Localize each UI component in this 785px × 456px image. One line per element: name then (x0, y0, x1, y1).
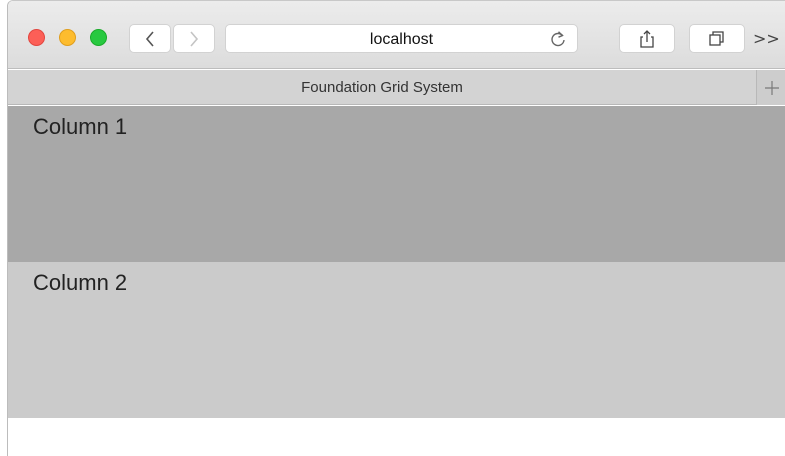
address-text: localhost (369, 31, 434, 48)
page-content: Column 1 Column 2 (8, 106, 785, 456)
chevron-right-icon (190, 30, 199, 47)
maximize-window-button[interactable] (90, 29, 107, 46)
browser-toolbar: localhost >> (8, 1, 785, 69)
column-label: Column 1 (33, 114, 128, 139)
new-tab-button[interactable] (756, 70, 785, 105)
share-button[interactable] (619, 24, 675, 53)
tabs-icon (709, 30, 724, 46)
reload-icon[interactable] (549, 30, 567, 48)
minimize-window-button[interactable] (59, 29, 76, 46)
navigation-buttons (129, 24, 215, 53)
chevron-left-icon (145, 30, 154, 47)
tab-bar: Foundation Grid System (8, 70, 785, 105)
grid-column-1: Column 1 (8, 106, 785, 262)
tab-title[interactable]: Foundation Grid System (8, 70, 756, 105)
browser-window: localhost >> Foundation Grid System Colu… (7, 0, 785, 456)
back-button[interactable] (129, 24, 171, 53)
forward-button[interactable] (173, 24, 215, 53)
close-window-button[interactable] (28, 29, 45, 46)
share-icon (640, 29, 654, 48)
address-bar[interactable]: localhost (225, 24, 578, 53)
show-tabs-button[interactable] (689, 24, 745, 53)
grid-column-2: Column 2 (8, 262, 785, 418)
more-toolbar-button[interactable]: >> (753, 29, 780, 49)
column-label: Column 2 (33, 270, 128, 295)
plus-icon (764, 80, 779, 95)
